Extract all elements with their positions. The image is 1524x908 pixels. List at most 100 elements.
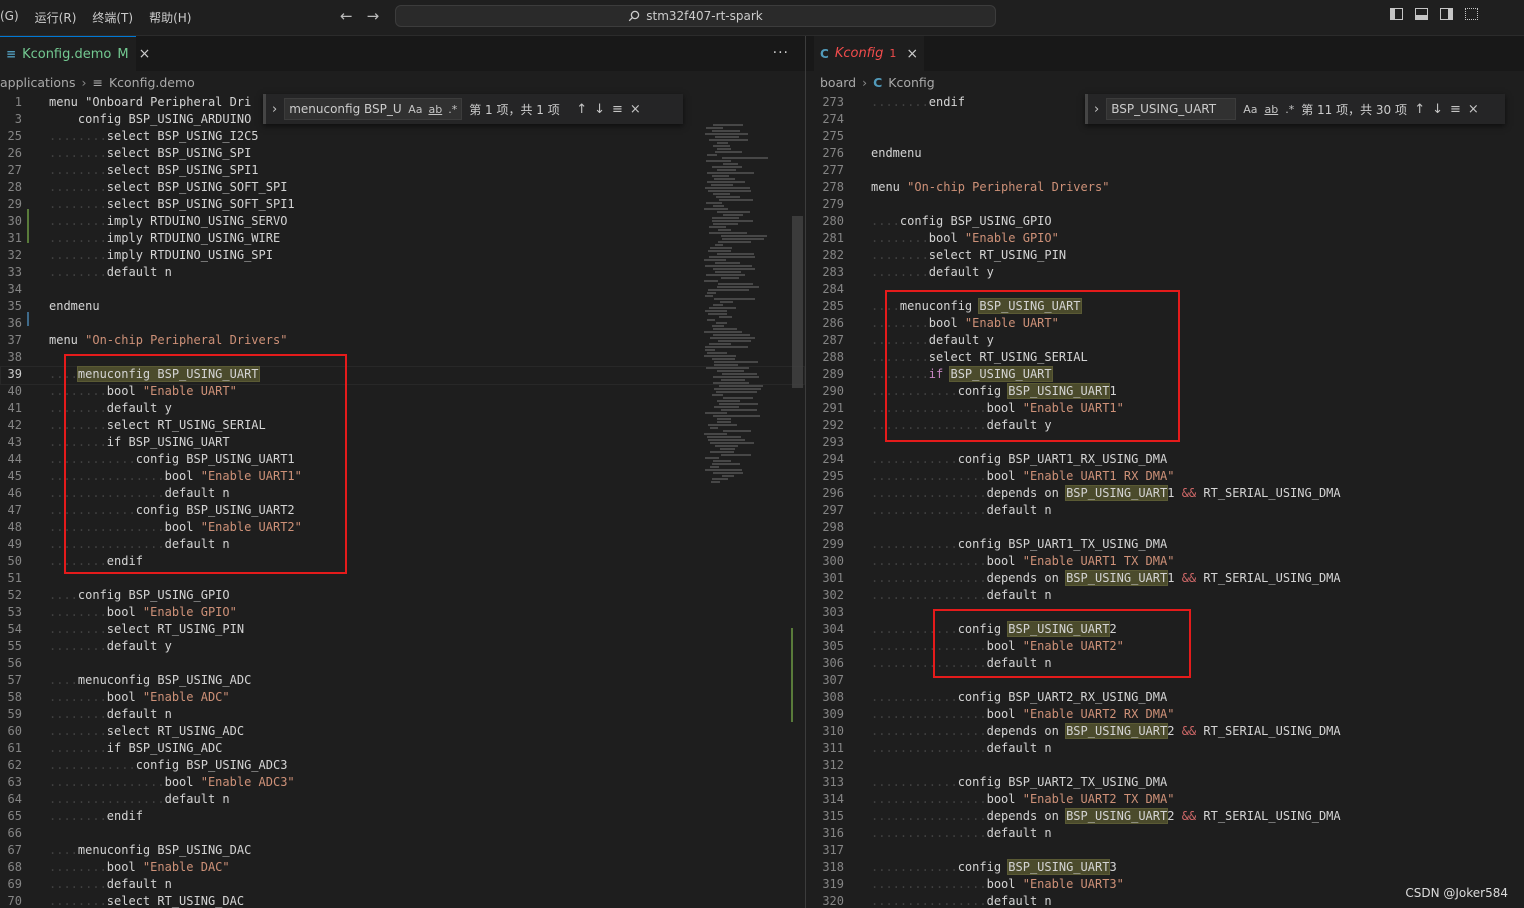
code-line[interactable]: 312 (806, 757, 1524, 774)
code-line[interactable]: 68 ........bool "Enable DAC" (0, 859, 805, 876)
breadcrumb-folder[interactable]: board (820, 75, 856, 90)
find-in-selection-icon[interactable]: ≡ (612, 102, 623, 117)
code-line[interactable]: 62 ............config BSP_USING_ADC3 (0, 757, 805, 774)
breadcrumb-file[interactable]: Kconfig.demo (109, 75, 195, 90)
code-line[interactable]: 311 ................default n (806, 740, 1524, 757)
code-line[interactable]: 43 ........if BSP_USING_UART (0, 434, 805, 451)
forward-arrow-icon[interactable]: → (367, 7, 380, 25)
code-line[interactable]: 26 ........select BSP_USING_SPI (0, 145, 805, 162)
code-line[interactable]: 27 ........select BSP_USING_SPI1 (0, 162, 805, 179)
code-line[interactable]: 53 ........bool "Enable GPIO" (0, 604, 805, 621)
code-line[interactable]: 69 ........default n (0, 876, 805, 893)
previous-match-arrow-icon[interactable]: ↑ (576, 102, 587, 117)
minimap[interactable] (700, 124, 790, 484)
code-line[interactable]: 317 (806, 842, 1524, 859)
code-line[interactable]: 48 ................bool "Enable UART2" (0, 519, 805, 536)
code-line[interactable]: 302 ................default n (806, 587, 1524, 604)
code-line[interactable]: 44 ............config BSP_USING_UART1 (0, 451, 805, 468)
toggle-replace-chevron-icon[interactable]: › (1094, 102, 1099, 117)
back-arrow-icon[interactable]: ← (340, 7, 353, 25)
toggle-replace-chevron-icon[interactable]: › (272, 102, 277, 117)
customize-layout-icon[interactable] (1465, 8, 1478, 20)
code-line[interactable]: 285 ....menuconfig BSP_USING_UART (806, 298, 1524, 315)
breadcrumb-folder[interactable]: applications (0, 75, 75, 90)
code-line[interactable]: 296 ................depends on BSP_USING_… (806, 485, 1524, 502)
code-line[interactable]: 41 ........default y (0, 400, 805, 417)
code-line[interactable]: 70 ........select RT_USING_DAC (0, 893, 805, 908)
close-icon[interactable]: × (139, 46, 151, 62)
code-line[interactable]: 279 (806, 196, 1524, 213)
menu-item-go[interactable]: (G) (0, 9, 19, 26)
code-line[interactable]: 288 ........select RT_USING_SERIAL (806, 349, 1524, 366)
code-line[interactable]: 54 ........select RT_USING_PIN (0, 621, 805, 638)
code-line[interactable]: 30 ........imply RTDUINO_USING_SERVO (0, 213, 805, 230)
match-whole-word-icon[interactable]: ab (1264, 103, 1278, 116)
code-line[interactable]: 308 ............config BSP_UART2_RX_USING… (806, 689, 1524, 706)
code-line[interactable]: 40 ........bool "Enable UART" (0, 383, 805, 400)
code-line[interactable]: 314 ................bool "Enable UART2 TX… (806, 791, 1524, 808)
next-match-arrow-icon[interactable]: ↓ (594, 102, 605, 117)
code-line[interactable]: 58 ........bool "Enable ADC" (0, 689, 805, 706)
code-line[interactable]: 300 ................bool "Enable UART1 TX… (806, 553, 1524, 570)
close-find-icon[interactable]: × (1468, 102, 1479, 117)
code-line[interactable]: 316 ................default n (806, 825, 1524, 842)
code-line[interactable]: 306 ................default n (806, 655, 1524, 672)
code-line[interactable]: 25 ........select BSP_USING_I2C5 (0, 128, 805, 145)
code-line[interactable]: 307 (806, 672, 1524, 689)
close-icon[interactable]: × (906, 46, 918, 62)
code-line[interactable]: 280 ....config BSP_USING_GPIO (806, 213, 1524, 230)
code-line[interactable]: 39 ....menuconfig BSP_USING_UART (0, 366, 805, 385)
tab-kconfig-demo[interactable]: ≡ Kconfig.demo M × (0, 36, 150, 71)
code-line[interactable]: 46 ................default n (0, 485, 805, 502)
code-line[interactable]: 313 ............config BSP_UART2_TX_USING… (806, 774, 1524, 791)
code-line[interactable]: 47 ............config BSP_USING_UART2 (0, 502, 805, 519)
code-line[interactable]: 56 (0, 655, 805, 672)
code-line[interactable]: 28 ........select BSP_USING_SOFT_SPI (0, 179, 805, 196)
code-line[interactable]: 275 (806, 128, 1524, 145)
match-whole-word-icon[interactable]: ab (428, 103, 442, 116)
code-line[interactable]: 49 ................default n (0, 536, 805, 553)
code-line[interactable]: 284 (806, 281, 1524, 298)
scrollbar-thumb[interactable] (792, 216, 803, 388)
code-line[interactable]: 57 ....menuconfig BSP_USING_ADC (0, 672, 805, 689)
code-line[interactable]: 276 endmenu (806, 145, 1524, 162)
close-find-icon[interactable]: × (630, 102, 641, 117)
code-line[interactable]: 290 ............config BSP_USING_UART1 (806, 383, 1524, 400)
code-line[interactable]: 65 ........endif (0, 808, 805, 825)
code-line[interactable]: 50 ........endif (0, 553, 805, 570)
menu-item-terminal[interactable]: 终端(T) (92, 9, 133, 26)
code-line[interactable]: 281 ........bool "Enable GPIO" (806, 230, 1524, 247)
find-in-selection-icon[interactable]: ≡ (1450, 102, 1461, 117)
code-line[interactable]: 35 endmenu (0, 298, 805, 315)
code-line[interactable]: 304 ............config BSP_USING_UART2 (806, 621, 1524, 638)
code-line[interactable]: 277 (806, 162, 1524, 179)
find-input[interactable]: BSP_USING_UART (1106, 98, 1237, 120)
code-line[interactable]: 33 ........default n (0, 264, 805, 281)
match-case-icon[interactable]: Aa (408, 103, 422, 116)
menu-item-run[interactable]: 运行(R) (35, 9, 77, 26)
code-line[interactable]: 293 (806, 434, 1524, 451)
code-line[interactable]: 297 ................default n (806, 502, 1524, 519)
code-line[interactable]: 60 ........select RT_USING_ADC (0, 723, 805, 740)
code-line[interactable]: 59 ........default n (0, 706, 805, 723)
code-line[interactable]: 31 ........imply RTDUINO_USING_WIRE (0, 230, 805, 247)
code-line[interactable]: 32 ........imply RTDUINO_USING_SPI (0, 247, 805, 264)
code-line[interactable]: 298 (806, 519, 1524, 536)
breadcrumb-file[interactable]: Kconfig (888, 75, 934, 90)
code-line[interactable]: 64 ................default n (0, 791, 805, 808)
code-line[interactable]: 286 ........bool "Enable UART" (806, 315, 1524, 332)
code-line[interactable]: 63 ................bool "Enable ADC3" (0, 774, 805, 791)
code-line[interactable]: 52 ....config BSP_USING_GPIO (0, 587, 805, 604)
more-actions-icon[interactable]: ··· (773, 45, 789, 61)
code-line[interactable]: 301 ................depends on BSP_USING_… (806, 570, 1524, 587)
tab-kconfig[interactable]: C Kconfig 1 × (814, 36, 924, 71)
code-line[interactable]: 294 ............config BSP_UART1_RX_USING… (806, 451, 1524, 468)
code-line[interactable]: 310 ................depends on BSP_USING_… (806, 723, 1524, 740)
code-line[interactable]: 315 ................depends on BSP_USING_… (806, 808, 1524, 825)
previous-match-arrow-icon[interactable]: ↑ (1414, 102, 1425, 117)
next-match-arrow-icon[interactable]: ↓ (1432, 102, 1443, 117)
code-line[interactable]: 289 ........if BSP_USING_UART (806, 366, 1524, 383)
code-line[interactable]: 37 menu "On-chip Peripheral Drivers" (0, 332, 805, 349)
code-line[interactable]: 305 ................bool "Enable UART2" (806, 638, 1524, 655)
code-line[interactable]: 36 (0, 315, 805, 332)
